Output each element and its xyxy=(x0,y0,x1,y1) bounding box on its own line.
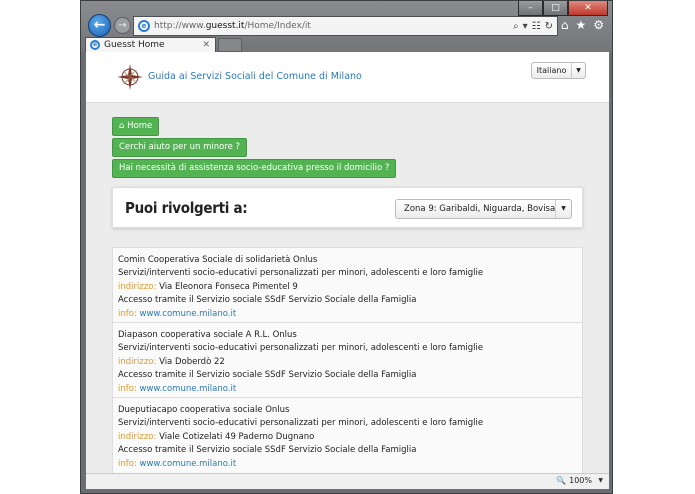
address-value: Via Doberdò 22 xyxy=(159,356,225,367)
home-icon: ⌂ xyxy=(119,121,125,131)
ie-icon: e xyxy=(138,20,150,32)
compat-view-icon[interactable]: ☷ xyxy=(532,21,541,32)
zoom-level: 100% xyxy=(569,476,592,485)
back-arrow-icon[interactable]: ← xyxy=(88,14,111,37)
service-description: Servizi/interventi socio-educativi perso… xyxy=(118,343,484,354)
provider-name: Diapason cooperativa sociale A R.L. Onlu… xyxy=(118,330,297,340)
url-prefix: http://www. xyxy=(154,21,206,31)
tab-title: Guesst Home xyxy=(104,40,165,50)
tab-guesst-home[interactable]: e Guesst Home ✕ xyxy=(85,37,216,52)
language-label: Italiano xyxy=(536,66,567,75)
close-window-button[interactable]: ✕ xyxy=(568,1,608,16)
list-item: Diapason cooperativa sociale A R.L. Onlu… xyxy=(113,323,582,398)
ie-icon: e xyxy=(90,40,100,50)
results-list: Comin Cooperativa Sociale di solidarietà… xyxy=(112,247,583,473)
breadcrumb-home-button[interactable]: ⌂ Home xyxy=(112,117,160,136)
browser-right-icons: ⌂ ★ ⚙ xyxy=(561,18,604,32)
address-tools: ⌕ ▾ ☷ ↻ xyxy=(513,21,557,32)
home-icon[interactable]: ⌂ xyxy=(561,18,569,32)
info-link[interactable]: www.comune.milano.it xyxy=(140,309,237,319)
breadcrumb-home-assistance-button[interactable]: Hai necessità di assistenza socio-educat… xyxy=(112,159,397,178)
list-item: Dueputiacapo cooperativa sociale Onlus S… xyxy=(113,398,582,473)
gear-icon[interactable]: ⚙ xyxy=(593,18,604,32)
list-item: Comin Cooperativa Sociale di solidarietà… xyxy=(113,248,582,323)
browser-toolbar: – □ ✕ ← → e http://www. guesst.it/Home/In… xyxy=(81,1,612,52)
provider-name: Dueputiacapo cooperativa sociale Onlus xyxy=(118,405,290,415)
favorites-star-icon[interactable]: ★ xyxy=(575,18,586,32)
chevron-down-icon[interactable]: ▼ xyxy=(598,477,603,484)
info-link[interactable]: www.comune.milano.it xyxy=(140,459,237,469)
info-label: info: xyxy=(118,383,137,394)
close-tab-icon[interactable]: ✕ xyxy=(202,40,210,50)
zone-select[interactable]: Zona 9: Garibaldi, Niguarda, Bovisa ▼ xyxy=(395,199,572,219)
page-viewport: Guida ai Servizi Sociali del Comune di M… xyxy=(86,52,609,473)
service-description: Servizi/interventi socio-educativi perso… xyxy=(118,418,484,429)
site-title-link[interactable]: Guida ai Servizi Sociali del Comune di M… xyxy=(148,71,362,82)
browser-window: – □ ✕ ← → e http://www. guesst.it/Home/In… xyxy=(80,0,613,494)
address-value: Via Eleonora Fonseca Pimentel 9 xyxy=(159,281,298,292)
breadcrumb-home-label: Home xyxy=(127,121,153,131)
info-label: info: xyxy=(118,308,137,319)
site-header: Guida ai Servizi Sociali del Comune di M… xyxy=(86,52,609,103)
filter-title: Puoi rivolgerti a: xyxy=(125,199,248,217)
search-icon[interactable]: ⌕ xyxy=(513,21,519,32)
access-info: Accesso tramite il Servizio sociale SSdF… xyxy=(118,370,417,381)
maximize-button[interactable]: □ xyxy=(543,1,568,16)
dropdown-icon[interactable]: ▾ xyxy=(523,21,528,32)
compass-rose-icon xyxy=(117,64,143,90)
language-select[interactable]: Italiano ▼ xyxy=(531,62,586,79)
zone-select-label: Zona 9: Garibaldi, Niguarda, Bovisa xyxy=(404,204,556,214)
provider-name: Comin Cooperativa Sociale di solidarietà… xyxy=(118,255,318,265)
zoom-icon: 🔍 xyxy=(556,476,567,485)
info-link[interactable]: www.comune.milano.it xyxy=(140,384,237,394)
access-info: Accesso tramite il Servizio sociale SSdF… xyxy=(118,295,417,306)
service-description: Servizi/interventi socio-educativi perso… xyxy=(118,268,484,279)
address-label: indirizzo: xyxy=(118,281,157,292)
minimize-button[interactable]: – xyxy=(518,1,543,16)
address-label: indirizzo: xyxy=(118,431,157,442)
new-tab-button[interactable] xyxy=(218,38,242,52)
forward-arrow-icon[interactable]: → xyxy=(114,17,131,34)
address-value: Viale Cotizelati 49 Paderno Dugnano xyxy=(159,431,315,442)
status-bar: 🔍 100% ▼ xyxy=(86,473,609,489)
window-controls: – □ ✕ xyxy=(518,1,608,16)
zoom-control[interactable]: 🔍 100% xyxy=(556,476,592,485)
url-domain: guesst.it xyxy=(205,21,245,31)
address-bar[interactable]: e http://www. guesst.it/Home/Index/it ⌕ ▾… xyxy=(133,16,558,36)
breadcrumb-minor-button[interactable]: Cerchi aiuto per un minore ? xyxy=(112,138,248,157)
url-path: /Home/Index/it xyxy=(244,21,311,31)
filter-panel: Puoi rivolgerti a: Zona 9: Garibaldi, Ni… xyxy=(112,187,583,228)
chevron-down-icon: ▼ xyxy=(571,63,585,78)
chevron-down-icon: ▼ xyxy=(555,200,571,218)
access-info: Accesso tramite il Servizio sociale SSdF… xyxy=(118,445,417,456)
address-label: indirizzo: xyxy=(118,356,157,367)
info-label: info: xyxy=(118,458,137,469)
refresh-icon[interactable]: ↻ xyxy=(545,21,553,32)
